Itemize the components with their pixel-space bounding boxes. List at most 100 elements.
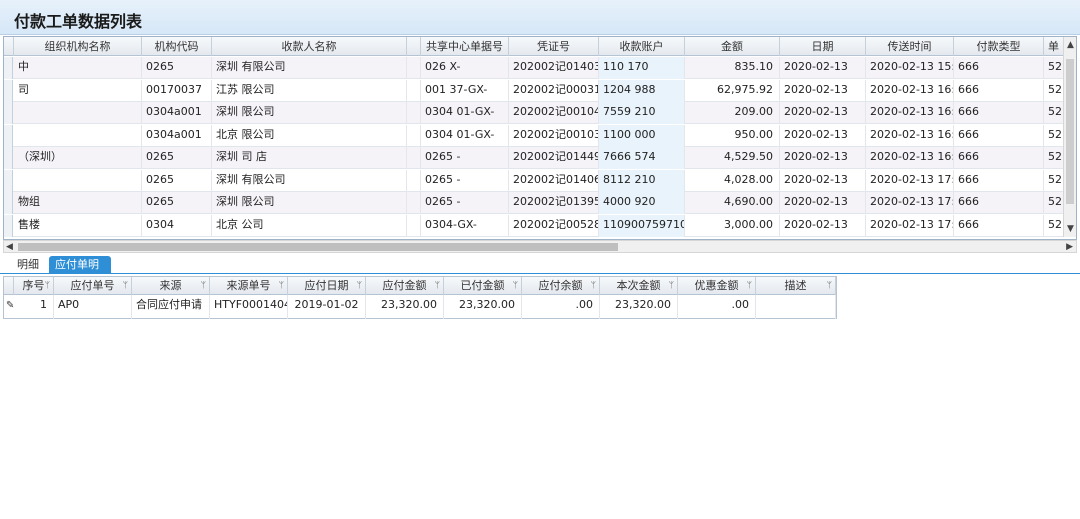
column-amount[interactable]: 金额 (685, 37, 780, 56)
pin-icon[interactable]: ᛘ (201, 277, 206, 295)
detail-column-balance[interactable]: 应付余额 ᛘ (522, 277, 600, 295)
pin-icon[interactable]: ᛘ (45, 277, 50, 295)
cell-doc[interactable]: 0265 - (421, 169, 509, 192)
cell-amount[interactable]: 950.00 (685, 124, 780, 147)
detail-column-source-no[interactable]: 来源单号 ᛘ (210, 277, 288, 295)
detail-table-row[interactable]: ✎ 1 AP0 合同应付申请 HTYF0001404 2019-01-02 23… (4, 295, 836, 319)
cell-doc[interactable]: 026 X- (421, 57, 509, 79)
cell-doc[interactable]: 0265 - (421, 192, 509, 214)
row-selector[interactable] (4, 147, 13, 169)
column-payment-type[interactable]: 付款类型 (954, 37, 1044, 56)
cell-account[interactable]: 4000 920 (599, 192, 685, 214)
cell-code[interactable]: 0304 (142, 214, 212, 237)
column-payee-name[interactable]: 收款人名称 (212, 37, 407, 56)
scroll-left-icon[interactable]: ◀ (6, 241, 13, 253)
cell-sent[interactable]: 2020-02-13 15: (866, 57, 954, 79)
cell-amount[interactable]: 3,000.00 (685, 214, 780, 237)
cell-amount[interactable]: 62,975.92 (685, 79, 780, 102)
cell-payee[interactable]: 深圳 有限公司 (212, 57, 407, 79)
scroll-right-icon[interactable]: ▶ (1066, 241, 1073, 253)
cell-payee[interactable]: 北京 公司 (212, 214, 407, 237)
scroll-up-icon[interactable]: ▲ (1067, 39, 1074, 51)
cell-narrow[interactable] (407, 102, 421, 124)
cell-doc[interactable]: 0265 - (421, 147, 509, 169)
detail-cell-source-no[interactable]: HTYF0001404 (210, 295, 288, 319)
cell-voucher[interactable]: 202002记00031 (509, 79, 599, 102)
column-date[interactable]: 日期 (780, 37, 866, 56)
cell-date[interactable]: 2020-02-13 (780, 169, 866, 192)
cell-amount[interactable]: 835.10 (685, 57, 780, 79)
cell-sent[interactable]: 2020-02-13 16: (866, 79, 954, 102)
pin-icon[interactable]: ᛘ (123, 277, 128, 295)
detail-cell-current-amount[interactable]: 23,320.00 (600, 295, 678, 319)
pin-icon[interactable]: ᛘ (827, 277, 832, 295)
cell-account[interactable]: 7559 210 (599, 102, 685, 124)
column-narrow[interactable] (407, 37, 421, 56)
detail-cell-payable-amount[interactable]: 23,320.00 (366, 295, 444, 319)
cell-ptype[interactable]: 666 (954, 147, 1044, 169)
cell-voucher[interactable]: 202002记01449 (509, 147, 599, 169)
vertical-scrollbar[interactable]: ▲ ▼ (1063, 37, 1076, 237)
column-sent-time[interactable]: 传送时间 (866, 37, 954, 56)
horizontal-scrollbar[interactable]: ◀ ▶ (3, 240, 1077, 253)
detail-column-paid-amount[interactable]: 已付金额 ᛘ (444, 277, 522, 295)
table-row[interactable]: （深圳） 0265 深圳 司 店 0265 -202002记01449 7666 574… (4, 147, 1076, 169)
detail-column-seq[interactable]: 序号 ᛘ (14, 277, 54, 295)
cell-narrow[interactable] (407, 57, 421, 79)
cell-extra[interactable]: 52 (1044, 214, 1064, 237)
cell-narrow[interactable] (407, 79, 421, 102)
cell-org[interactable]: 司 (14, 79, 142, 102)
cell-date[interactable]: 2020-02-13 (780, 147, 866, 169)
detail-cell-payable-no[interactable]: AP0 (54, 295, 132, 319)
pin-icon[interactable]: ᛘ (435, 277, 440, 295)
cell-amount[interactable]: 209.00 (685, 102, 780, 124)
cell-ptype[interactable]: 666 (954, 169, 1044, 192)
cell-amount[interactable]: 4,529.50 (685, 147, 780, 169)
cell-extra[interactable]: 52 (1044, 57, 1064, 79)
table-row[interactable]: 物组 0265 深圳 限公司 0265 -202002记01395 4000 920 4,… (4, 192, 1076, 214)
cell-narrow[interactable] (407, 169, 421, 192)
payable-detail-grid[interactable]: 序号 ᛘ 应付单号 ᛘ 来源 ᛘ 来源单号 ᛘ 应付日期 ᛘ 应付金额 ᛘ 已付金额 ᛘ 应付… (3, 276, 837, 319)
cell-code[interactable]: 0304a001 (142, 124, 212, 147)
cell-doc[interactable]: 0304 01-GX- (421, 124, 509, 147)
pin-icon[interactable]: ᛘ (747, 277, 752, 295)
cell-ptype[interactable]: 666 (954, 124, 1044, 147)
pin-icon[interactable]: ᛘ (357, 277, 362, 295)
cell-code[interactable]: 0304a001 (142, 102, 212, 124)
table-row[interactable]: 司 00170037 江苏 限公司 001 37-GX- 202002记00031 120… (4, 79, 1076, 102)
cell-code[interactable]: 0265 (142, 147, 212, 169)
vertical-scroll-thumb[interactable] (1066, 59, 1074, 204)
column-voucher-no[interactable]: 凭证号 (509, 37, 599, 56)
cell-extra[interactable]: 52 (1044, 124, 1064, 147)
cell-payee[interactable]: 深圳 限公司 (212, 102, 407, 124)
detail-cell-payable-date[interactable]: 2019-01-02 (288, 295, 366, 319)
column-org-name[interactable]: 组织机构名称 (14, 37, 142, 56)
column-account[interactable]: 收款账户 (599, 37, 685, 56)
cell-account[interactable]: 8112 210 (599, 169, 685, 192)
cell-date[interactable]: 2020-02-13 (780, 214, 866, 237)
cell-account[interactable]: 110 170 (599, 57, 685, 79)
detail-column-source[interactable]: 来源 ᛘ (132, 277, 210, 295)
cell-voucher[interactable]: 202002记00104 (509, 102, 599, 124)
detail-cell-balance[interactable]: .00 (522, 295, 600, 319)
cell-org[interactable] (14, 102, 142, 124)
detail-column-current-amount[interactable]: 本次金额 ᛘ (600, 277, 678, 295)
cell-extra[interactable]: 52 (1044, 102, 1064, 124)
detail-cell-seq[interactable]: 1 (14, 295, 54, 319)
cell-account[interactable]: 110900759710 (599, 214, 685, 237)
pin-icon[interactable]: ᛘ (279, 277, 284, 295)
row-selector[interactable] (4, 214, 13, 237)
cell-narrow[interactable] (407, 192, 421, 214)
pin-icon[interactable]: ᛘ (591, 277, 596, 295)
cell-account[interactable]: 7666 574 (599, 147, 685, 169)
cell-narrow[interactable] (407, 124, 421, 147)
table-row[interactable]: 0304a001 深圳 限公司 0304 01-GX- 202002记00104 755… (4, 102, 1076, 124)
row-selector[interactable] (4, 124, 13, 147)
cell-code[interactable]: 0265 (142, 192, 212, 214)
cell-payee[interactable]: 北京 限公司 (212, 124, 407, 147)
cell-sent[interactable]: 2020-02-13 16: (866, 102, 954, 124)
cell-ptype[interactable]: 666 (954, 102, 1044, 124)
column-extra[interactable]: 单 (1044, 37, 1064, 56)
table-row[interactable]: 售楼 0304 北京 公司 0304-GX- 202002记00528 110900759… (4, 214, 1076, 237)
horizontal-scroll-thumb[interactable] (18, 243, 618, 251)
